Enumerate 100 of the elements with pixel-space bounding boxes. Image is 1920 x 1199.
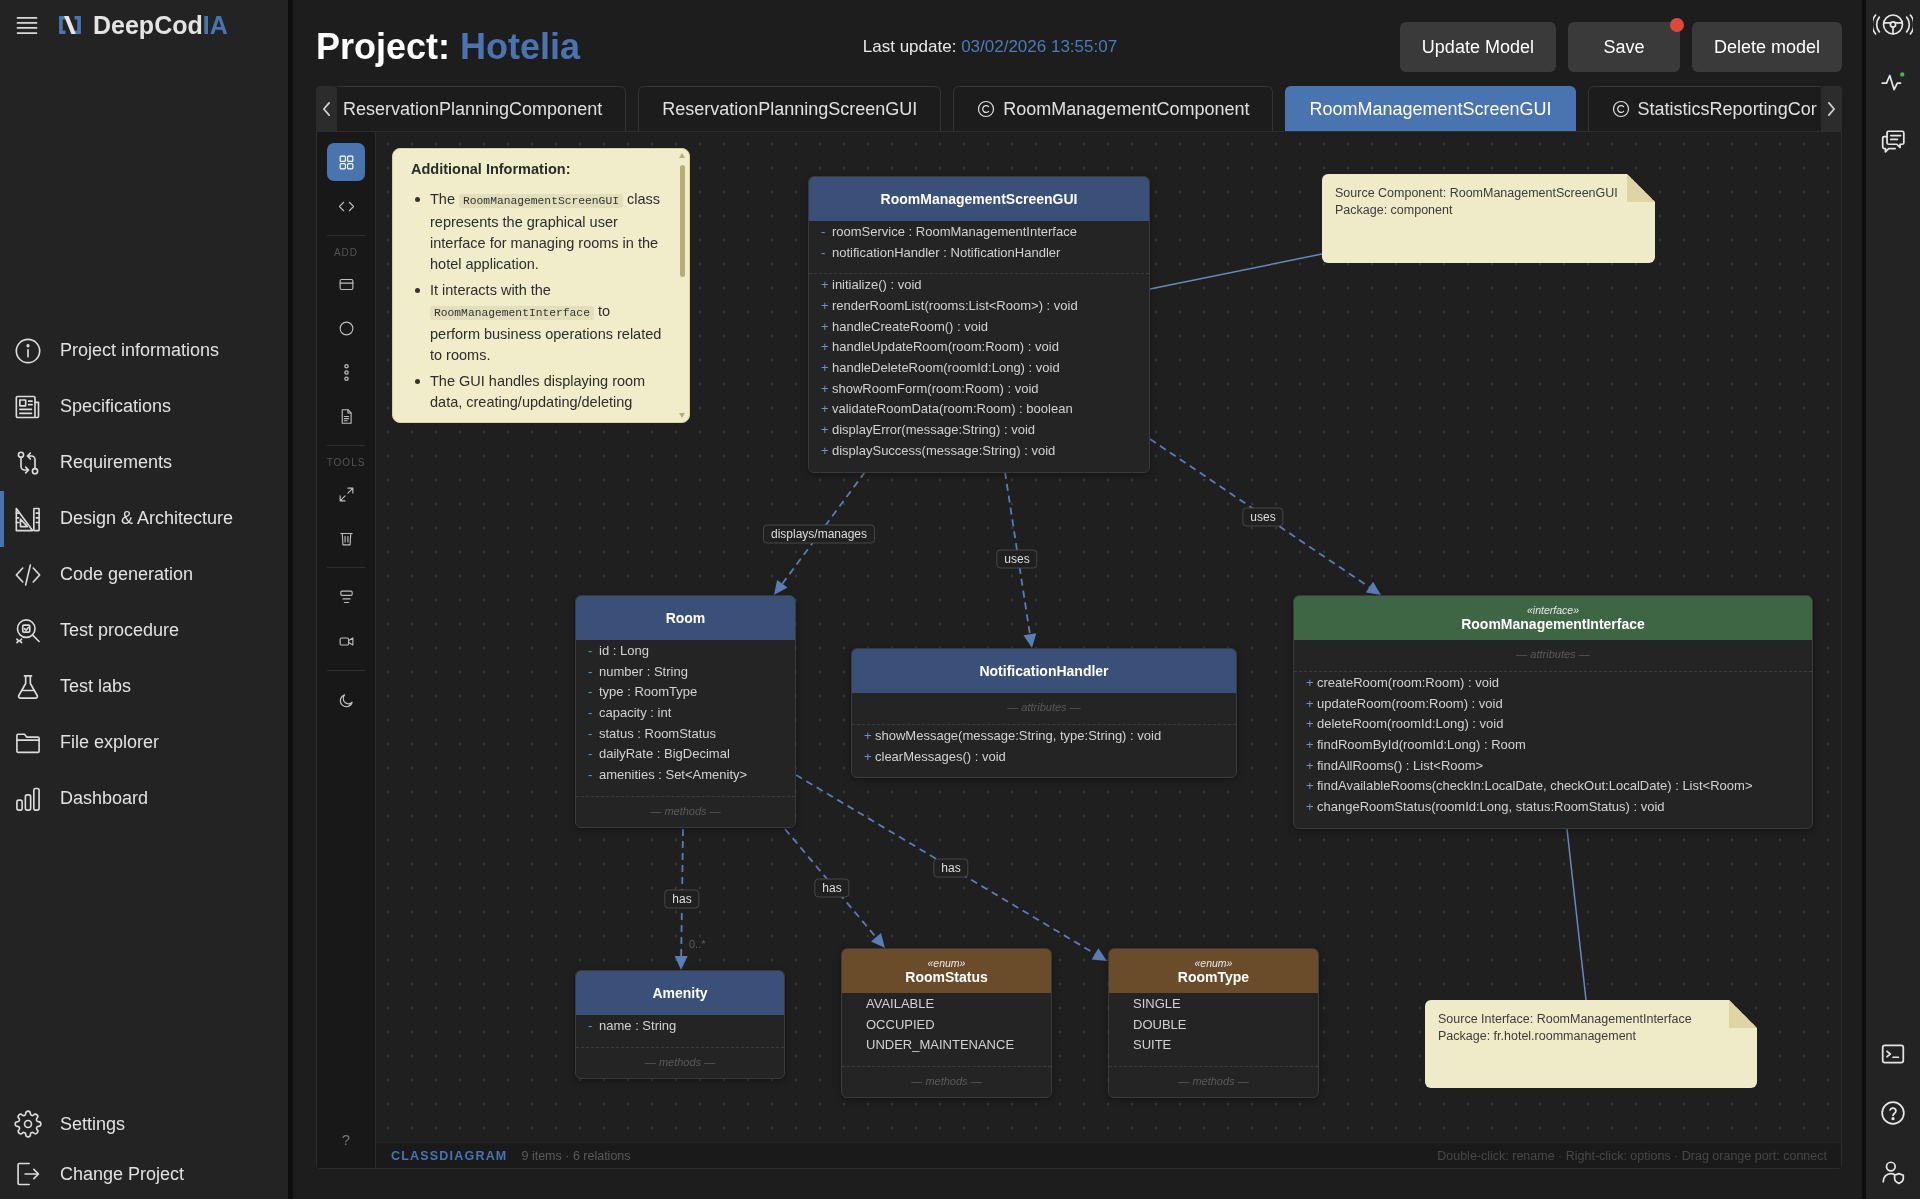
visibility-marker: - xyxy=(588,725,594,741)
moon-icon xyxy=(337,691,355,709)
nav-item[interactable]: Test labs xyxy=(0,658,288,715)
visibility-marker: + xyxy=(1306,798,1315,814)
attribute-text: type : RoomType xyxy=(599,684,698,700)
expand-icon xyxy=(337,485,355,503)
info-icon xyxy=(14,336,42,365)
tab[interactable]: StatisticsReportingCor xyxy=(1587,86,1821,131)
visibility-marker: + xyxy=(821,277,830,293)
method-text: updateRoom(room:Room) : void xyxy=(1317,695,1503,711)
nav-item[interactable]: Test procedure xyxy=(0,602,288,659)
tab[interactable]: RoomManagementComponent xyxy=(953,86,1274,131)
visibility-marker: + xyxy=(1306,778,1315,794)
brand-name: DeepCodIA xyxy=(93,10,228,40)
stereotype-label: «enum» xyxy=(927,957,966,969)
terminal-icon[interactable] xyxy=(1880,1041,1906,1067)
magnifier-check-icon xyxy=(14,616,42,645)
attribute-text: amenities : Set<Amenity> xyxy=(599,766,748,782)
nav-item[interactable]: Settings xyxy=(0,1099,288,1149)
nav-item[interactable]: Change Project xyxy=(0,1149,288,1199)
bullet-icon xyxy=(415,379,420,384)
method-text: findRoomById(roomId:Long) : Room xyxy=(1317,736,1526,752)
nav-item[interactable]: Project informations xyxy=(0,322,288,379)
scroll-left-button[interactable] xyxy=(316,86,337,131)
method-text: deleteRoom(roomId:Long) : void xyxy=(1317,716,1504,732)
visibility-marker: + xyxy=(1306,757,1315,773)
method-text: displayError(message:String) : void xyxy=(832,422,1036,438)
enum-value: SINGLE xyxy=(1133,995,1181,1011)
method-text: clearMessages() : void xyxy=(875,748,1006,764)
relation-label: has xyxy=(814,878,850,898)
method-text: validateRoomData(room:Room) : boolean xyxy=(832,401,1073,417)
visibility-marker: + xyxy=(864,727,873,743)
nav-item[interactable]: Specifications xyxy=(0,378,288,435)
attribute-text: id : Long xyxy=(599,642,649,658)
scrollbar[interactable] xyxy=(678,153,687,418)
relation-label: has xyxy=(933,858,969,878)
diagram-type-label: CLASSDIAGRAM xyxy=(391,1148,508,1163)
visibility-marker: + xyxy=(1306,736,1315,752)
enum-value: AVAILABLE xyxy=(866,995,935,1011)
help-button[interactable]: ? xyxy=(335,1129,357,1150)
attribute-text: name : String xyxy=(599,1017,677,1033)
chat-icon[interactable] xyxy=(1880,128,1906,154)
bullet-icon xyxy=(415,197,420,202)
class-name: RoomStatus xyxy=(905,969,988,985)
attribute-text: number : String xyxy=(599,663,688,679)
menu-icon[interactable] xyxy=(16,15,38,35)
class-name: RoomType xyxy=(1177,969,1250,985)
visibility-marker: + xyxy=(821,339,830,355)
tab[interactable]: ReservationPlanningComponent xyxy=(337,86,627,131)
visibility-marker: - xyxy=(588,663,594,679)
attribute-text: capacity : int xyxy=(599,704,672,720)
stacked-bars-icon xyxy=(337,588,355,606)
delete-model-button[interactable]: Delete model xyxy=(1691,22,1842,72)
nav-item[interactable]: Design & Architecture xyxy=(0,490,288,547)
project-title: Project: Hotelia xyxy=(316,26,581,68)
tab[interactable]: ReservationPlanningScreenGUI xyxy=(638,86,942,131)
bullet-icon xyxy=(415,288,420,293)
enum-value: SUITE xyxy=(1133,1037,1172,1053)
visibility-marker: - xyxy=(588,684,594,700)
visibility-marker: - xyxy=(821,223,827,239)
steering-wheel-icon[interactable] xyxy=(1873,13,1913,36)
stereotype-label: «enum» xyxy=(1194,957,1233,969)
tool-button[interactable] xyxy=(327,143,365,181)
visibility-marker: - xyxy=(588,1017,594,1033)
nav-item[interactable]: File explorer xyxy=(0,714,288,771)
method-text: initialize() : void xyxy=(832,277,922,293)
multiplicity-label: 0..* xyxy=(689,938,706,950)
visibility-marker: + xyxy=(821,442,830,458)
nav-item[interactable]: Code generation xyxy=(0,546,288,603)
class-name: NotificationHandler xyxy=(979,663,1109,679)
section-label: ADD xyxy=(333,246,359,260)
scroll-right-button[interactable] xyxy=(1821,86,1842,131)
method-text: findAllRooms() : List<Room> xyxy=(1317,757,1484,773)
class-name: RoomManagementInterface xyxy=(1461,616,1645,632)
grid-icon xyxy=(337,153,355,171)
method-text: displaySuccess(message:String) : void xyxy=(832,442,1056,458)
attribute-text: dailyRate : BigDecimal xyxy=(599,746,730,762)
visibility-marker: + xyxy=(1306,716,1315,732)
nav-item[interactable]: Dashboard xyxy=(0,770,288,827)
note-text: Source Component: RoomManagementScreenGUI xyxy=(1335,185,1618,202)
diagram-summary: 9 items · 6 relations xyxy=(521,1148,631,1163)
relation-label: has xyxy=(664,889,700,909)
section-label: TOOLS xyxy=(326,456,366,470)
vertical-dots-icon xyxy=(343,363,349,381)
save-button[interactable]: Save xyxy=(1567,22,1680,72)
user-shield-icon[interactable] xyxy=(1880,1159,1906,1185)
last-update-text: Last update: 03/02/2026 13:55:07 xyxy=(862,37,1118,57)
visibility-marker: - xyxy=(588,766,594,782)
nav-item[interactable]: Requirements xyxy=(0,434,288,491)
chevron-left-icon xyxy=(323,101,330,116)
visibility-marker: + xyxy=(821,401,830,417)
class-name: RoomManagementScreenGUI xyxy=(880,191,1078,207)
visibility-marker: + xyxy=(1306,674,1315,690)
stereotype-label: «interface» xyxy=(1527,604,1579,616)
visibility-marker: + xyxy=(821,359,830,375)
update-model-button[interactable]: Update Model xyxy=(1399,22,1556,72)
help-icon[interactable] xyxy=(1880,1100,1906,1126)
class-name: Amenity xyxy=(652,985,708,1001)
visibility-marker: + xyxy=(821,422,830,438)
tab[interactable]: RoomManagementScreenGUI xyxy=(1285,86,1576,131)
